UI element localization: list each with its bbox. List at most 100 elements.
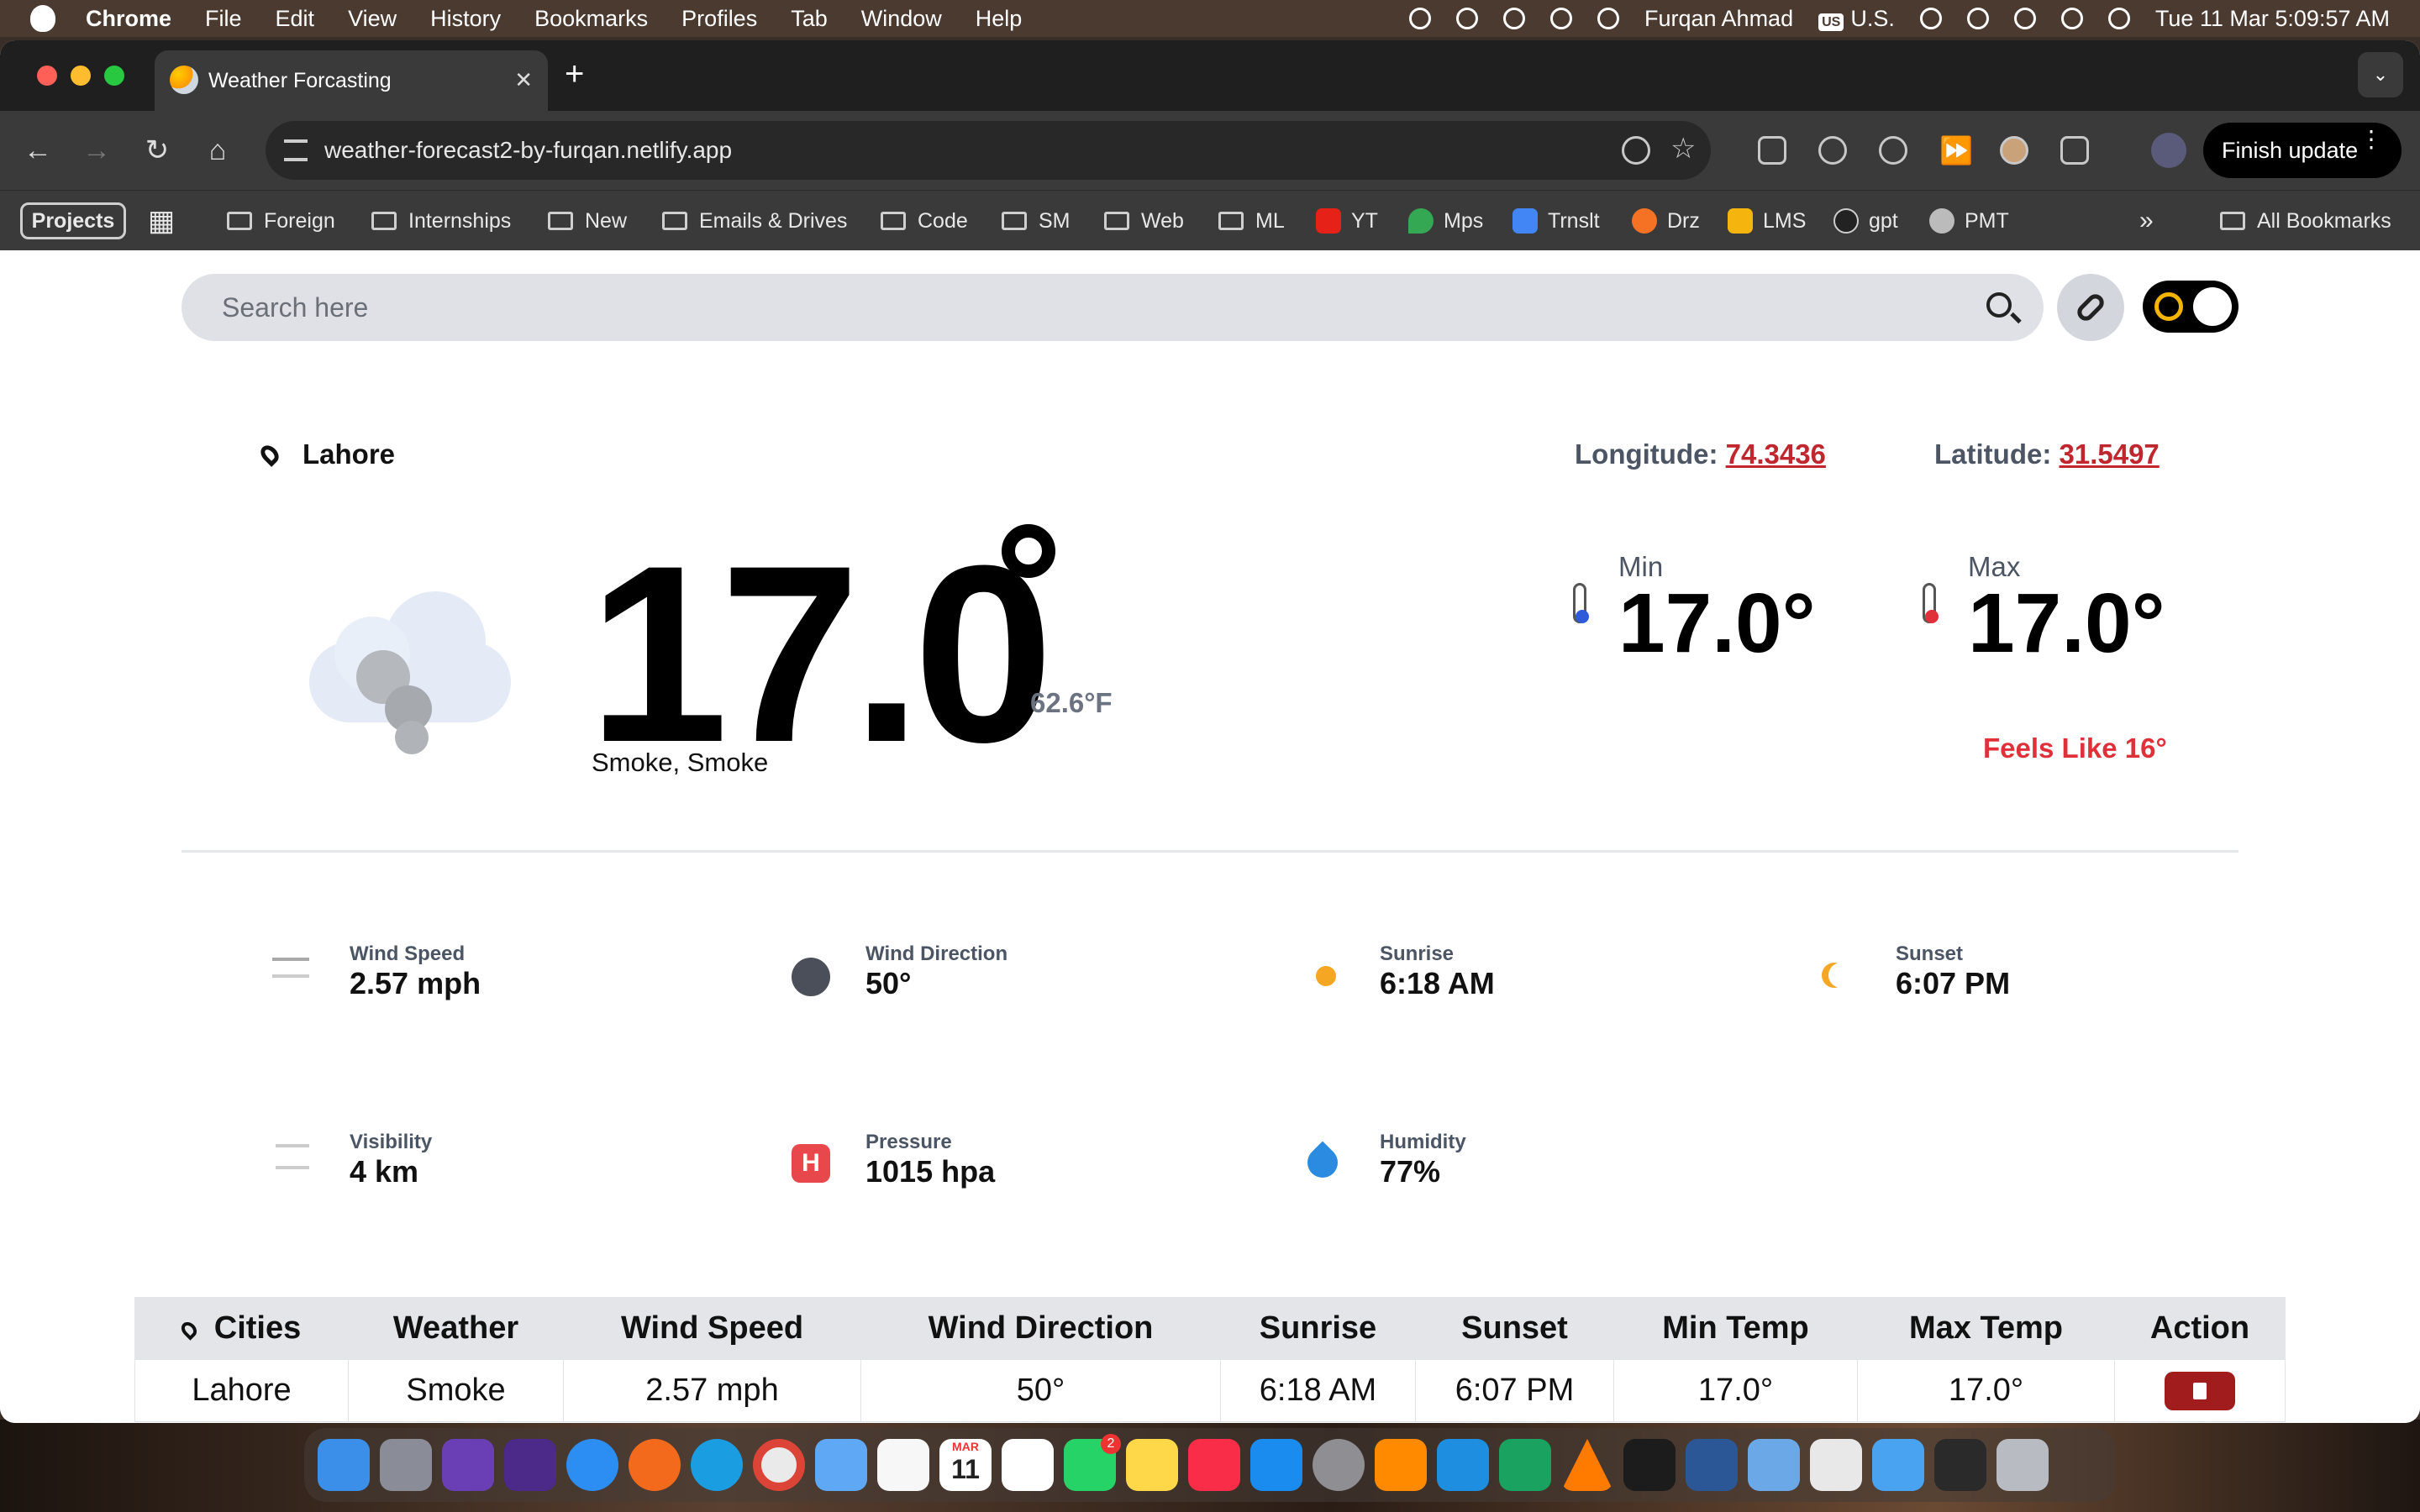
terminal-icon[interactable] — [1623, 1439, 1676, 1491]
reminders-icon[interactable] — [1002, 1439, 1054, 1491]
menu-history[interactable]: History — [430, 6, 501, 32]
mail-icon[interactable] — [815, 1439, 867, 1491]
firefox-icon[interactable] — [629, 1439, 681, 1491]
bookmark-pmt[interactable]: PMT — [1929, 191, 2009, 251]
notes-icon[interactable] — [1126, 1439, 1178, 1491]
bookmark-new[interactable]: New — [548, 191, 627, 251]
menu-app-name[interactable]: Chrome — [86, 6, 171, 32]
google-classroom-icon[interactable] — [1499, 1439, 1551, 1491]
bookmark-mps[interactable]: Mps — [1408, 191, 1483, 251]
theme-toggle[interactable] — [2143, 281, 2238, 333]
word-icon[interactable] — [1686, 1439, 1738, 1491]
address-bar[interactable]: weather-forecast2-by-furqan.netlify.app … — [266, 121, 1711, 180]
bookmark-ml[interactable]: ML — [1218, 191, 1285, 251]
bookmark-gpt[interactable]: gpt — [1833, 191, 1898, 251]
bookmark-projects[interactable]: Projects — [20, 202, 126, 239]
camera-extension-icon[interactable] — [1758, 136, 1786, 165]
edge-icon[interactable] — [691, 1439, 743, 1491]
bookmark-lms[interactable]: LMS — [1728, 191, 1806, 251]
menu-file[interactable]: File — [205, 6, 242, 32]
apps-grid-icon[interactable]: ▦ — [148, 191, 175, 251]
menu-bookmarks[interactable]: Bookmarks — [534, 6, 648, 32]
accessibility-icon[interactable] — [1502, 8, 1525, 29]
menu-view[interactable]: View — [348, 6, 397, 32]
site-info-icon[interactable] — [284, 139, 308, 161]
spotlight-search-icon[interactable] — [2013, 8, 2036, 29]
tab-search-chevron-icon[interactable]: ⌄ — [2358, 52, 2403, 97]
fast-forward-extension-icon[interactable]: ⏩ — [1939, 136, 1973, 165]
more-bookmarks-chevron-icon[interactable]: » — [2139, 191, 2154, 251]
calendar-icon[interactable]: MAR 11 — [939, 1439, 992, 1491]
safari-icon[interactable] — [566, 1439, 618, 1491]
bookmark-sm[interactable]: SM — [1002, 191, 1071, 251]
more-vertical-icon[interactable]: ⋮ — [2360, 128, 2383, 151]
screen-mirror-icon[interactable] — [1966, 8, 1989, 29]
keyboard-layout[interactable]: US U.S. — [1818, 6, 1895, 32]
downloads-folder-icon[interactable] — [1872, 1439, 1924, 1491]
menu-tab[interactable]: Tab — [791, 6, 828, 32]
finish-update-button[interactable]: Finish update ⋮ — [2203, 123, 2402, 178]
close-window-button[interactable] — [37, 66, 57, 86]
latitude-link[interactable]: 31.5497 — [2060, 438, 2160, 470]
search-icon[interactable] — [1986, 292, 2012, 318]
menu-profiles[interactable]: Profiles — [681, 6, 757, 32]
headphones-icon[interactable] — [1455, 8, 1478, 29]
recent-window-icon[interactable] — [1934, 1439, 1986, 1491]
reload-icon[interactable]: ↻ — [138, 131, 176, 170]
longitude-link[interactable]: 74.3436 — [1726, 438, 1826, 470]
bookmark-web[interactable]: Web — [1104, 191, 1184, 251]
vlc-icon[interactable] — [1561, 1439, 1613, 1491]
vscode-icon[interactable] — [1437, 1439, 1489, 1491]
bookmark-emails-drives[interactable]: Emails & Drives — [662, 191, 847, 251]
chrome-icon[interactable] — [753, 1439, 805, 1491]
launchpad-icon[interactable] — [380, 1439, 432, 1491]
profile-avatar[interactable] — [2151, 133, 2186, 168]
play-icon[interactable] — [1549, 8, 1572, 29]
menu-help[interactable]: Help — [976, 6, 1023, 32]
bookmark-foreign[interactable]: Foreign — [227, 191, 335, 251]
extensions-puzzle-icon[interactable] — [2060, 136, 2089, 165]
delete-button[interactable] — [2165, 1371, 2235, 1410]
search-input[interactable]: Search here — [182, 274, 2044, 341]
menu-clock[interactable]: Tue 11 Mar 5:09:57 AM — [2155, 6, 2390, 32]
bluetooth-icon[interactable] — [1597, 8, 1619, 29]
menu-edit[interactable]: Edit — [276, 6, 315, 32]
control-center-icon[interactable] — [2060, 8, 2083, 29]
location-blocked-icon[interactable] — [1622, 136, 1650, 165]
new-tab-button[interactable]: + — [565, 55, 584, 93]
apple-icon[interactable] — [30, 5, 55, 32]
zoom-window-button[interactable] — [104, 66, 124, 86]
app-store-icon[interactable] — [1250, 1439, 1302, 1491]
globe-extension-icon[interactable] — [1879, 136, 1907, 165]
bookmark-all-bookmarks[interactable]: All Bookmarks — [2220, 191, 2391, 251]
system-settings-icon[interactable] — [1313, 1439, 1365, 1491]
profile-extension-icon[interactable] — [2000, 136, 2028, 165]
whatsapp-icon[interactable]: 2 — [1064, 1434, 1121, 1491]
link-button[interactable] — [2057, 274, 2124, 341]
minimize-window-button[interactable] — [71, 66, 91, 86]
trash-icon[interactable] — [1996, 1439, 2049, 1491]
back-arrow-icon[interactable]: ← — [18, 131, 57, 170]
siri-icon[interactable] — [2107, 8, 2130, 29]
bookmark-code[interactable]: Code — [881, 191, 968, 251]
menu-window[interactable]: Window — [861, 6, 942, 32]
github-desktop-icon[interactable] — [442, 1439, 494, 1491]
bookmark-drz[interactable]: Drz — [1632, 191, 1700, 251]
bookmark-yt[interactable]: YT — [1316, 191, 1378, 251]
star-icon[interactable]: ☆ — [1670, 134, 1699, 165]
tor-browser-icon[interactable] — [504, 1439, 556, 1491]
simulator-icon[interactable] — [1748, 1439, 1800, 1491]
tab-weather-forcasting[interactable]: Weather Forcasting ✕ — [155, 50, 548, 111]
sublime-text-icon[interactable] — [1375, 1439, 1427, 1491]
forward-arrow-icon[interactable]: → — [77, 131, 116, 170]
extension-round-icon[interactable] — [1818, 136, 1847, 165]
battery-icon[interactable] — [1919, 8, 1942, 29]
bookmark-internships[interactable]: Internships — [371, 191, 511, 251]
tab-close-icon[interactable]: ✕ — [514, 67, 533, 93]
home-icon[interactable]: ⌂ — [198, 131, 237, 170]
photos-icon[interactable] — [877, 1439, 929, 1491]
vlc-status-icon[interactable] — [1408, 8, 1431, 29]
bookmark-trnslt[interactable]: Trnslt — [1512, 191, 1600, 251]
menu-user-name[interactable]: Furqan Ahmad — [1644, 6, 1793, 32]
archive-icon[interactable] — [1810, 1439, 1862, 1491]
